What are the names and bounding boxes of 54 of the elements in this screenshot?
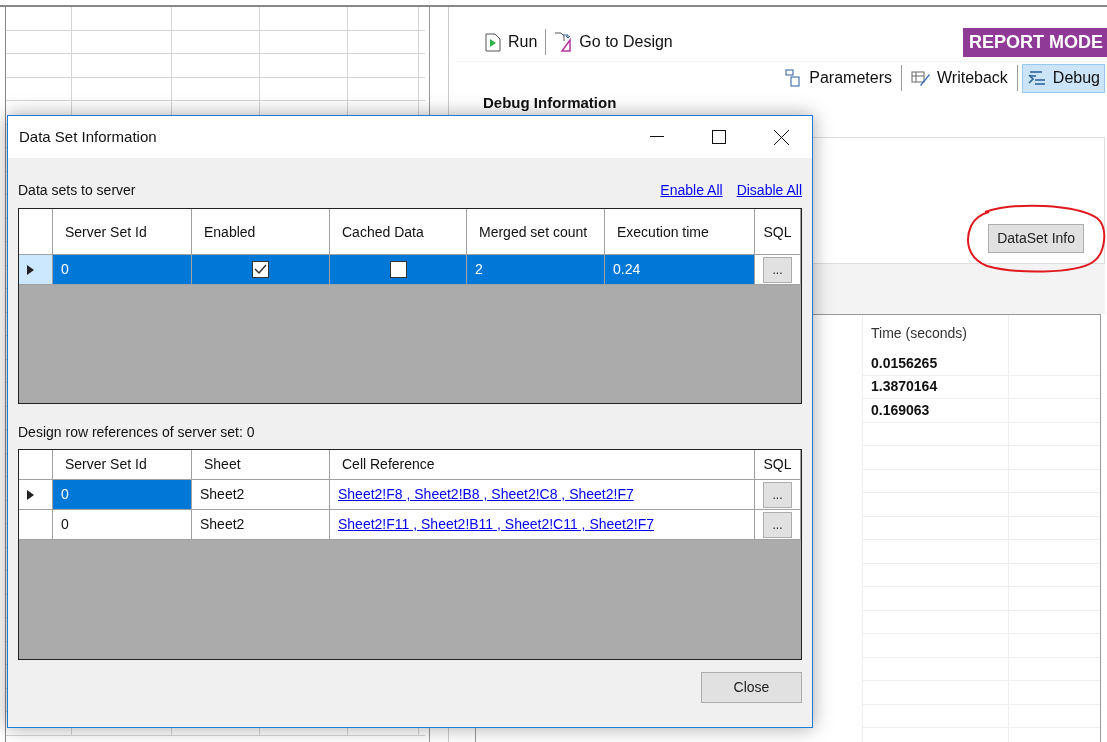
column-header: SQL: [763, 223, 792, 240]
table-row[interactable]: 0 Sheet2 Sheet2!F11 , Sheet2!B11 , Sheet2!C11 , Sheet2!F7 ...: [19, 510, 801, 540]
view-tab[interactable]: Debug: [1021, 63, 1105, 93]
column-header: Cached Data: [342, 223, 424, 240]
cell-reference-link[interactable]: Sheet2!F8 , Sheet2!B8 , Sheet2!C8 , Sheet2!F7: [338, 484, 634, 505]
table-cell-text: Sheet2: [200, 485, 245, 504]
table-cell-text: Sheet2: [200, 515, 245, 534]
section-heading: Debug Information: [483, 94, 617, 111]
close-icon: [773, 129, 789, 145]
section-label: Design row references of server set: 0: [18, 422, 255, 442]
table-cell-text: 0.0156265: [871, 353, 938, 373]
checkbox[interactable]: [252, 261, 269, 278]
table-cell-text: 2: [475, 260, 483, 279]
table-row[interactable]: 0 2 0.24 ...: [19, 255, 801, 285]
column-header: Time (seconds): [871, 324, 967, 343]
table-cell-text: 0: [61, 515, 69, 534]
design-document-icon: [554, 32, 573, 52]
toolbar-button[interactable]: Run: [483, 30, 540, 54]
window-title: Data Set Information: [19, 126, 158, 147]
column-header: Merged set count: [479, 223, 588, 240]
toolbar-button[interactable]: Go to Design: [552, 30, 675, 54]
table-cell-text: 0.169063: [871, 400, 930, 420]
row-pointer-icon: [27, 489, 34, 500]
table-cell-text: 0: [61, 485, 69, 504]
table-cell-text: 1.3870164: [871, 377, 938, 397]
column-header: Enabled: [204, 223, 256, 240]
view-tab[interactable]: Writeback: [906, 63, 1013, 93]
dataset-info-button[interactable]: DataSet Info: [988, 224, 1084, 253]
maximize-icon: [712, 130, 726, 144]
column-header: Server Set Id: [65, 455, 147, 474]
sql-button[interactable]: ...: [763, 256, 792, 283]
section-label: Data sets to server: [18, 180, 137, 200]
cell-reference-link[interactable]: Sheet2!F11 , Sheet2!B11 , Sheet2!C11 , Sheet2!F7: [338, 514, 654, 535]
link[interactable]: Enable All: [660, 179, 723, 201]
column-header: Sheet: [204, 455, 241, 474]
sql-button[interactable]: ...: [763, 481, 792, 508]
column-header: Cell Reference: [342, 455, 435, 474]
table-pencil-icon: [911, 69, 931, 87]
column-header: Execution time: [617, 223, 709, 240]
play-document-icon: [485, 32, 501, 52]
table-row[interactable]: 0 Sheet2 Sheet2!F8 , Sheet2!B8 , Sheet2!C8 , Sheet2!F7 ...: [19, 480, 801, 510]
table-cell-text: 0: [61, 260, 69, 279]
row-pointer-icon: [27, 264, 34, 275]
debug-icon: [1026, 69, 1047, 87]
close-dialog-button[interactable]: Close: [701, 672, 802, 703]
minimize-icon: [650, 136, 664, 138]
column-header: SQL: [763, 455, 792, 474]
link[interactable]: Disable All: [736, 179, 802, 201]
mode-badge: REPORT MODE: [963, 27, 1107, 57]
sql-button[interactable]: ...: [763, 511, 792, 538]
column-header: Server Set Id: [65, 223, 147, 240]
checkbox[interactable]: [389, 261, 407, 278]
table-cell-text: 0.24: [613, 260, 641, 279]
view-tab[interactable]: Parameters: [780, 63, 897, 93]
